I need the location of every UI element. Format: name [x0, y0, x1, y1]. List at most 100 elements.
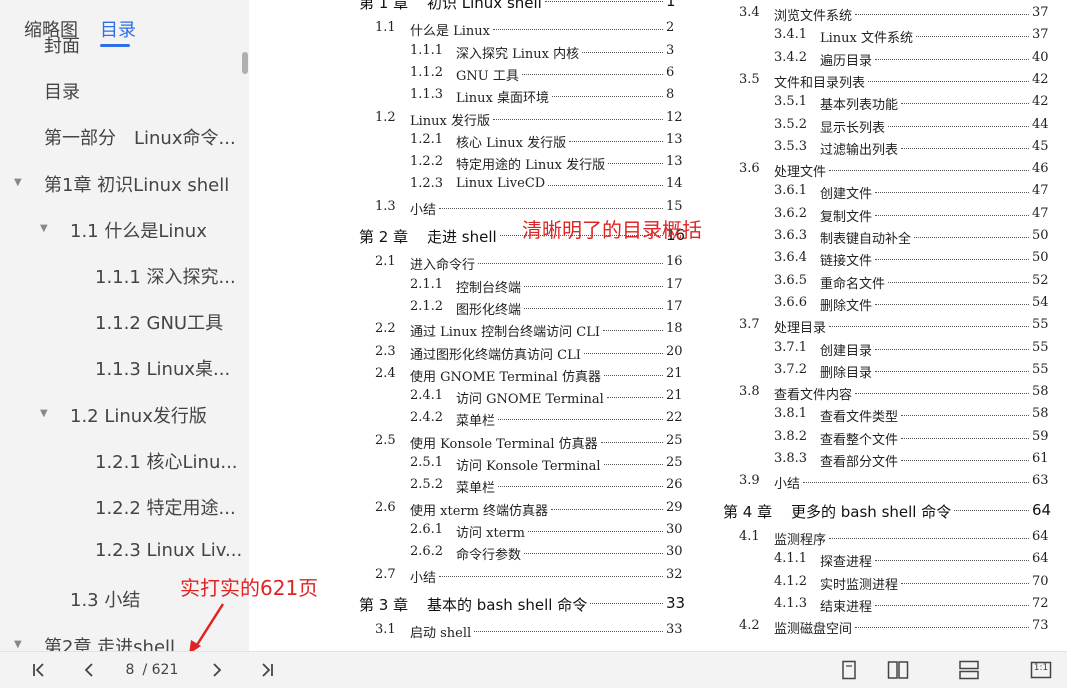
- toc-entry[interactable]: 1.2.1 核心 Linux 发行版 13: [359, 131, 686, 151]
- toc-entry[interactable]: 4.2 监测磁盘空间 73: [723, 618, 1052, 637]
- outline-item[interactable]: 封面: [44, 32, 80, 58]
- toc-entry-page: 42: [1032, 71, 1049, 87]
- toc-entry[interactable]: 3.8.3 查看部分文件 61: [723, 451, 1052, 470]
- toc-entry[interactable]: 1.2.3 Linux LiveCD 14: [359, 176, 686, 194]
- toc-entry[interactable]: 第 1 章 初识 Linux shell 1: [359, 0, 686, 12]
- toc-entry[interactable]: 3.5.1 基本列表功能 42: [723, 94, 1052, 113]
- toc-entry-number: 1.2.1: [410, 131, 444, 147]
- toc-entry[interactable]: 3.5.2 显示长列表 44: [723, 117, 1052, 136]
- toc-entry[interactable]: 1.2.2 特定用途的 Linux 发行版 13: [359, 154, 686, 173]
- outline-item[interactable]: 1.1 什么是Linux: [70, 217, 207, 243]
- page-number-input[interactable]: 8: [122, 662, 138, 678]
- toc-leader-dots: [954, 509, 1029, 511]
- toc-entry[interactable]: 3.5.3 过滤输出列表 45: [723, 139, 1052, 158]
- outline-item[interactable]: 1.3 小结: [70, 586, 140, 612]
- toc-entry[interactable]: 第 4 章更多的 bash shell 命令 64: [723, 501, 1052, 521]
- toc-entry[interactable]: 3.4.1 Linux 文件系统 37: [723, 27, 1052, 46]
- toc-entry[interactable]: 1.1 什么是 Linux 2: [359, 20, 686, 39]
- outline-item[interactable]: 第一部分 Linux命令...: [44, 124, 236, 150]
- toc-entry[interactable]: 1.1.3 Linux 桌面环境 8: [359, 87, 686, 106]
- toc-entry[interactable]: 2.6.2 命令行参数 30: [359, 544, 686, 563]
- single-page-view-button[interactable]: [837, 658, 861, 682]
- toc-entry[interactable]: 2.7 小结 32: [359, 567, 686, 586]
- toc-entry-number: 1.2.2: [410, 154, 444, 170]
- outline-item[interactable]: 1.2.1 核心Linu...: [95, 448, 238, 474]
- toc-entry[interactable]: 4.1.2 实时监测进程 70: [723, 574, 1052, 593]
- toc-entry-title: 处理目录: [774, 321, 827, 337]
- toc-entry[interactable]: 2.4 使用 GNOME Terminal 仿真器 21: [359, 366, 686, 385]
- toc-entry[interactable]: 3.9 小结 63: [723, 473, 1052, 492]
- toc-entry[interactable]: 3.5 文件和目录列表 42: [723, 71, 1052, 91]
- outline-item[interactable]: 1.1.3 Linux桌...: [95, 355, 230, 381]
- toc-leader-dots: [584, 352, 663, 354]
- toc-entry[interactable]: 4.1.3 结束进程 72: [723, 596, 1052, 615]
- toc-entry[interactable]: 3.8.1 查看文件类型 58: [723, 406, 1052, 425]
- toc-entry-page: 37: [1032, 27, 1049, 43]
- sidebar-scrollbar[interactable]: [242, 52, 248, 74]
- outline-item[interactable]: 目录: [44, 78, 80, 104]
- toc-entry[interactable]: 3.6.6 删除文件 54: [723, 295, 1052, 314]
- expand-caret-icon[interactable]: ▼: [40, 408, 48, 419]
- toc-entry[interactable]: 1.1.1 深入探究 Linux 内核 3: [359, 43, 686, 62]
- toc-entry-title: 菜单栏: [456, 481, 496, 497]
- toc-entry-title: 探查进程: [820, 555, 873, 571]
- toc-entry[interactable]: 2.2 通过 Linux 控制台终端访问 CLI 18: [359, 321, 686, 340]
- first-page-button[interactable]: [27, 658, 51, 682]
- toc-leader-dots: [888, 281, 1029, 283]
- toc-entry[interactable]: 2.4.2 菜单栏 22: [359, 410, 686, 429]
- toc-entry[interactable]: 3.6 处理文件 46: [723, 161, 1052, 180]
- toc-entry[interactable]: 2.1.2 图形化终端 17: [359, 298, 686, 318]
- toc-entry[interactable]: 2.4.1 访问 GNOME Terminal 21: [359, 388, 686, 407]
- toc-entry[interactable]: 2.1.1 控制台终端 17: [359, 277, 686, 296]
- toc-entry[interactable]: 3.4.2 遍历目录 40: [723, 50, 1052, 69]
- toc-entry[interactable]: 2.5.2 菜单栏 26: [359, 477, 686, 497]
- outline-item[interactable]: 第2章 走进shell: [44, 633, 175, 651]
- outline-item[interactable]: 1.1.2 GNU工具: [95, 309, 223, 335]
- toc-leader-dots: [551, 508, 663, 510]
- outline-item[interactable]: 1.2.2 特定用途...: [95, 494, 236, 520]
- toc-entry[interactable]: 1.2 Linux 发行版 12: [359, 110, 686, 129]
- toc-entry[interactable]: 3.1 启动 shell 33: [359, 622, 686, 641]
- expand-caret-icon[interactable]: ▼: [14, 177, 22, 188]
- toc-entry[interactable]: 3.4 浏览文件系统 37: [723, 5, 1052, 24]
- toc-entry[interactable]: 3.7 处理目录 55: [723, 317, 1052, 337]
- tab-outline[interactable]: 目录: [100, 16, 136, 42]
- toc-entry[interactable]: 4.1 监测程序 64: [723, 529, 1052, 548]
- expand-caret-icon[interactable]: ▼: [14, 639, 22, 650]
- last-page-button[interactable]: [255, 658, 279, 682]
- actual-size-button[interactable]: 1:1: [1029, 658, 1053, 682]
- toc-entry[interactable]: 3.8.2 查看整个文件 59: [723, 429, 1052, 448]
- toc-entry-number: 3.1: [375, 622, 396, 638]
- toc-entry[interactable]: 第 3 章基本的 bash shell 命令 33: [359, 594, 686, 614]
- two-page-view-button[interactable]: [886, 658, 910, 682]
- toc-entry-number: 2.5: [375, 432, 396, 448]
- outline-item[interactable]: 1.1.1 深入探究...: [95, 263, 236, 289]
- toc-annotation: 清晰明了的目录概括: [522, 218, 702, 242]
- outline-item[interactable]: 1.2 Linux发行版: [70, 402, 207, 428]
- toc-entry[interactable]: 2.5 使用 Konsole Terminal 仿真器 25: [359, 432, 686, 452]
- previous-page-button[interactable]: [77, 658, 101, 682]
- toc-entry[interactable]: 3.6.3 制表键自动补全 50: [723, 228, 1052, 247]
- toc-entry[interactable]: 3.6.1 创建文件 47: [723, 183, 1052, 202]
- toc-entry[interactable]: 2.3 通过图形化终端仿真访问 CLI 20: [359, 344, 686, 363]
- toc-entry[interactable]: 2.1 进入命令行 16: [359, 254, 686, 273]
- toc-entry[interactable]: 3.8 查看文件内容 58: [723, 384, 1052, 403]
- outline-item[interactable]: 1.2.3 Linux Liv...: [95, 540, 242, 561]
- toc-entry-page: 17: [666, 298, 683, 314]
- toc-entry[interactable]: 2.6.1 访问 xterm 30: [359, 522, 686, 541]
- toc-leader-dots: [545, 1, 663, 2]
- toc-entry[interactable]: 3.7.1 创建目录 55: [723, 340, 1052, 359]
- toc-entry[interactable]: 1.1.2 GNU 工具 6: [359, 65, 686, 84]
- toc-entry[interactable]: 3.6.4 链接文件 50: [723, 250, 1052, 269]
- toc-entry[interactable]: 2.5.1 访问 Konsole Terminal 25: [359, 455, 686, 474]
- expand-caret-icon[interactable]: ▼: [40, 223, 48, 234]
- outline-item[interactable]: 第1章 初识Linux shell: [44, 171, 229, 197]
- next-page-button[interactable]: [205, 658, 229, 682]
- toc-entry[interactable]: 3.6.2 复制文件 47: [723, 206, 1052, 225]
- toc-entry[interactable]: 3.7.2 删除目录 55: [723, 362, 1052, 381]
- continuous-scroll-button[interactable]: [957, 658, 981, 682]
- last-page-icon: [262, 663, 273, 677]
- toc-entry[interactable]: 3.6.5 重命名文件 52: [723, 273, 1052, 292]
- toc-entry[interactable]: 4.1.1 探查进程 64: [723, 551, 1052, 571]
- toc-entry[interactable]: 2.6 使用 xterm 终端仿真器 29: [359, 500, 686, 519]
